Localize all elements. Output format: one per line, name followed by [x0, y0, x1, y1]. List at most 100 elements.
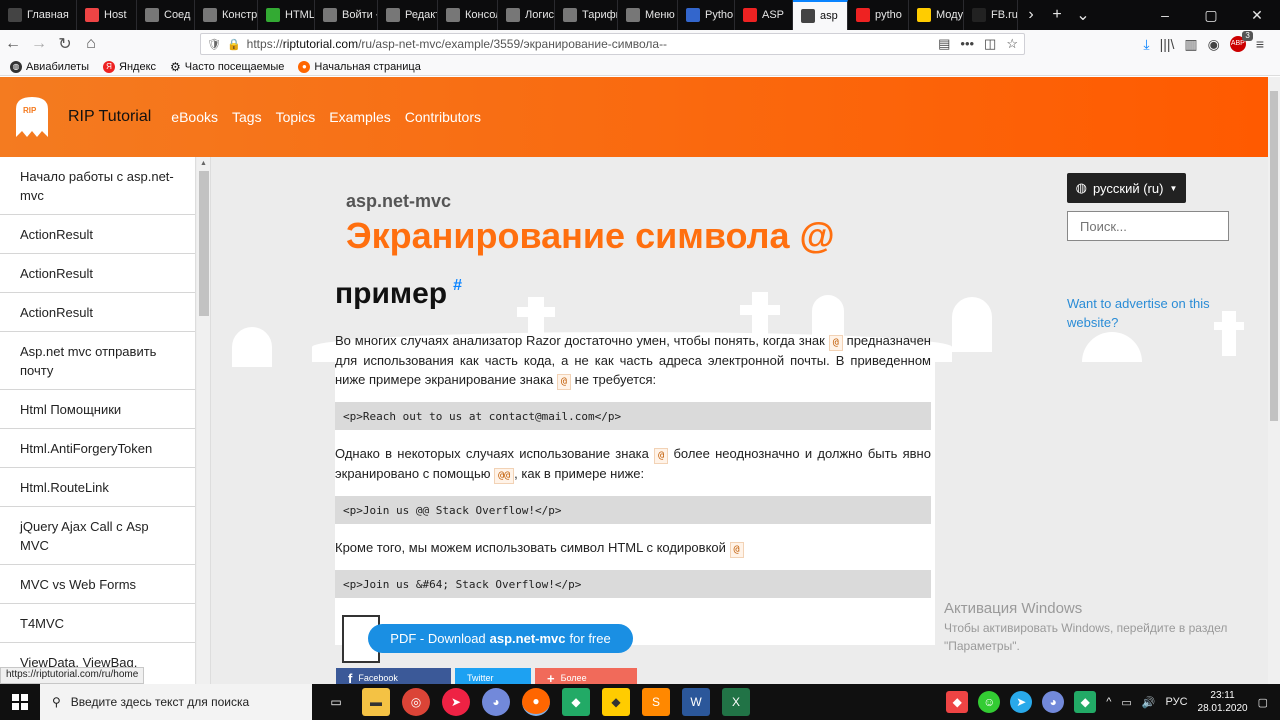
keyboard-language[interactable]: РУС — [1166, 696, 1188, 708]
sidebar-item[interactable]: Html.AntiForgeryToken — [0, 429, 195, 468]
search-input[interactable] — [1067, 211, 1229, 241]
discord-icon[interactable]: ◕ — [1042, 691, 1065, 713]
tab-overflow-icon[interactable]: › — [1018, 0, 1044, 30]
notifications-icon[interactable]: ▢ — [1258, 696, 1268, 709]
forward-icon[interactable]: → — [26, 31, 52, 57]
telegram-icon[interactable]: ➤ — [1010, 691, 1033, 713]
browser-tab[interactable]: Pytho — [678, 0, 735, 30]
nav-contributors[interactable]: Contributors — [405, 109, 481, 125]
pdf-download-button[interactable]: PDF - Download asp.net-mvc for free — [368, 624, 633, 653]
browser-tab[interactable]: Конструк — [195, 0, 258, 30]
breadcrumb[interactable]: asp.net-mvc — [346, 191, 451, 212]
browser-tab[interactable]: FB.ru — [964, 0, 1018, 30]
app-icon[interactable]: ◆ — [1074, 691, 1097, 713]
browser-tab[interactable]: ASP — [735, 0, 793, 30]
address-bar[interactable]: 🛡 🔒 https://riptutorial.com/ru/asp-net-m… — [200, 33, 1025, 55]
bookmark-star-icon[interactable]: ☆ — [1006, 36, 1018, 52]
anchor-link[interactable]: # — [453, 277, 462, 294]
page-actions-icon[interactable]: ••• — [960, 36, 974, 52]
sidebar-item[interactable]: Начало работы с asp.net-mvc — [0, 157, 195, 215]
reader-view-icon[interactable]: ▤ — [938, 36, 950, 52]
taskbar-search[interactable]: ⚲ Введите здесь текст для поиска — [40, 684, 312, 720]
reload-icon[interactable]: ↻ — [52, 31, 78, 57]
sidebar-item[interactable]: T4MVC — [0, 604, 195, 643]
bookmark-start-page[interactable]: ● Начальная страница — [298, 60, 421, 73]
adblock-icon[interactable]: ABP 3 — [1229, 31, 1253, 52]
chrome-icon[interactable]: ◎ — [402, 688, 430, 716]
browser-tab[interactable]: HTML — [258, 0, 315, 30]
home-icon[interactable]: ⌂ — [78, 31, 104, 57]
windows-start-button[interactable] — [0, 684, 40, 720]
library-icon[interactable]: |||\ — [1160, 36, 1175, 52]
page-scroll-thumb[interactable] — [1270, 91, 1278, 421]
sidebar-item[interactable]: ActionResult — [0, 293, 195, 332]
share-facebook-button[interactable]: f Facebook — [336, 668, 451, 685]
new-tab-icon[interactable]: + — [1044, 0, 1070, 30]
browser-tab[interactable]: Редактиро — [378, 0, 438, 30]
maximize-icon[interactable]: ▢ — [1188, 0, 1234, 30]
chevron-up-icon[interactable]: ^ — [1106, 696, 1111, 708]
discord-icon[interactable]: ◕ — [482, 688, 510, 716]
telegram-icon[interactable]: ➤ — [442, 688, 470, 716]
url-text[interactable]: https://riptutorial.com/ru/asp-net-mvc/e… — [247, 37, 932, 51]
firefox-icon[interactable]: ● — [522, 688, 550, 716]
sidebar-item[interactable]: Html.RouteLink — [0, 468, 195, 507]
network-icon[interactable]: ▭ — [1121, 696, 1131, 709]
sidebar-item[interactable]: jQuery Ajax Call с Asp MVC — [0, 507, 195, 565]
sidebar-scroll-thumb[interactable] — [199, 171, 209, 316]
browser-tab[interactable]: Войти ‹ Л — [315, 0, 378, 30]
advertise-link[interactable]: Want to advertise on this website? — [1067, 294, 1227, 332]
browser-tab[interactable]: Консоль — [438, 0, 498, 30]
nav-topics[interactable]: Topics — [276, 109, 316, 125]
bookmark-aviabilety[interactable]: ◍ Авиабилеты — [10, 60, 89, 73]
lock-icon[interactable]: 🔒 — [227, 38, 241, 51]
back-icon[interactable]: ← — [0, 31, 26, 57]
brand-name[interactable]: RIP Tutorial — [68, 108, 151, 126]
excel-icon[interactable]: X — [722, 688, 750, 716]
app-icon[interactable]: ◆ — [562, 688, 590, 716]
clock[interactable]: 23:11 28.01.2020 — [1198, 689, 1248, 715]
menu-icon[interactable]: ≡ — [1256, 36, 1264, 52]
browser-tab[interactable]: Моду — [909, 0, 964, 30]
browser-tab[interactable]: Логистик — [498, 0, 555, 30]
nav-ebooks[interactable]: eBooks — [171, 109, 218, 125]
sidebar-item[interactable]: ActionResult — [0, 254, 195, 293]
minimize-icon[interactable]: – — [1142, 0, 1188, 30]
rip-logo-icon[interactable]: RIP — [8, 93, 56, 141]
task-view-icon[interactable]: ▭ — [322, 688, 350, 716]
android-icon[interactable]: ☺ — [978, 691, 1001, 713]
sidebar-item[interactable]: Html Помощники — [0, 390, 195, 429]
word-icon[interactable]: W — [682, 688, 710, 716]
browser-tab[interactable]: Соед — [137, 0, 195, 30]
volume-icon[interactable]: 🔊 — [1142, 696, 1156, 709]
nav-tags[interactable]: Tags — [232, 109, 262, 125]
file-explorer-icon[interactable]: ▬ — [362, 688, 390, 716]
language-dropdown[interactable]: ◍ русский (ru) ▼ — [1067, 173, 1186, 203]
nav-examples[interactable]: Examples — [329, 109, 390, 125]
sublime-icon[interactable]: S — [642, 688, 670, 716]
app-icon[interactable]: ◆ — [946, 691, 969, 713]
sidebar-item[interactable]: Asp.net mvc отправить почту — [0, 332, 195, 390]
sidebar-scrollbar[interactable]: ▲ — [197, 157, 211, 685]
pocket-icon[interactable]: ◫ — [984, 36, 996, 52]
share-more-button[interactable]: + Более — [535, 668, 637, 685]
bookmark-most-visited[interactable]: ⚙ Часто посещаемые — [170, 60, 284, 74]
tab-list-icon[interactable]: ⌄ — [1070, 0, 1096, 30]
share-twitter-button[interactable]: Twitter — [455, 668, 531, 685]
app-icon[interactable]: ◆ — [602, 688, 630, 716]
browser-tab[interactable]: Host — [77, 0, 137, 30]
bookmark-yandex[interactable]: Я Яндекс — [103, 60, 156, 73]
browser-tab[interactable]: Тарифы – — [555, 0, 618, 30]
sidebar-icon[interactable]: ▥ — [1184, 36, 1197, 53]
browser-tab[interactable]: Главная — [0, 0, 77, 30]
account-icon[interactable]: ◉ — [1208, 36, 1220, 53]
sidebar-item[interactable]: ActionResult — [0, 215, 195, 254]
tracking-shield-icon[interactable]: 🛡 — [207, 38, 221, 51]
scroll-up-icon[interactable]: ▲ — [200, 160, 207, 167]
download-icon[interactable]: ⤓ — [1143, 36, 1149, 53]
close-window-icon[interactable]: ✕ — [1234, 0, 1280, 30]
sidebar-item[interactable]: MVC vs Web Forms — [0, 565, 195, 604]
browser-tab[interactable]: Меню ‹ Л — [618, 0, 678, 30]
page-scrollbar[interactable] — [1268, 77, 1280, 685]
browser-tab[interactable]: asp✕ — [793, 0, 848, 30]
